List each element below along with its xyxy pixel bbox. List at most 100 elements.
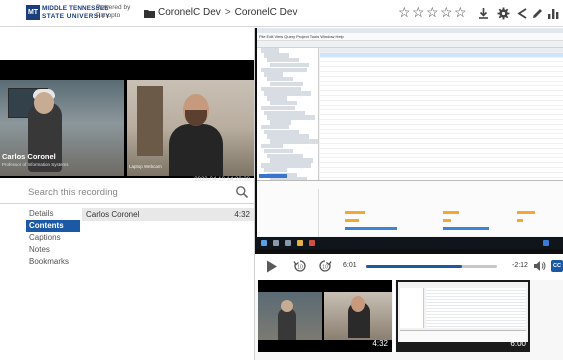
panopto-viewer: MT MIDDLE TENNESSEE STATE UNIVERSITY Pow…: [0, 0, 563, 360]
gear-icon[interactable]: [496, 6, 511, 21]
search-icon[interactable]: [235, 185, 249, 199]
tree-row: [261, 105, 295, 111]
breadcrumb-session: CoronelC Dev: [234, 7, 298, 18]
tree-row: [261, 144, 283, 149]
stats-icon[interactable]: [546, 6, 561, 21]
breadcrumb-separator: >: [224, 7, 231, 18]
progress-bar[interactable]: [366, 265, 497, 268]
tree-row: [267, 77, 293, 82]
tree-row: [267, 96, 287, 101]
presenter-subtitle: Professor of Information Systems: [2, 162, 69, 167]
header-bar: MT MIDDLE TENNESSEE STATE UNIVERSITY Pow…: [0, 0, 563, 27]
tree-row: [264, 53, 289, 58]
svg-text:10: 10: [297, 265, 303, 271]
tree-row: [267, 153, 303, 158]
tree-row: [264, 91, 311, 96]
kpi-bar: [345, 219, 359, 222]
volume-icon[interactable]: [533, 260, 546, 272]
thumbnail-divider: [393, 280, 395, 352]
results-grid: [320, 48, 563, 180]
tree-row: [261, 163, 311, 168]
kpi-bar: [443, 211, 459, 214]
tree-row: [261, 124, 289, 130]
logo-mark: MT: [26, 5, 40, 20]
taskbar-icon: [297, 240, 303, 246]
share-icon[interactable]: [515, 6, 530, 21]
thumbnail-camera-stream[interactable]: 4:32: [258, 280, 392, 352]
kpi-box-2: [409, 185, 487, 213]
breadcrumb: CoronelC Dev > CoronelC Dev: [158, 7, 297, 18]
forward-10-icon[interactable]: 10: [318, 259, 332, 273]
remaining-time: -2:12: [512, 262, 528, 269]
tab-notes[interactable]: Notes: [26, 244, 80, 256]
tree-row: [264, 110, 305, 115]
tray-icon: [543, 240, 549, 246]
tree-row: [270, 100, 297, 106]
download-icon[interactable]: [476, 6, 491, 21]
progress-fill: [366, 265, 462, 268]
rewind-10-icon[interactable]: 10: [293, 259, 307, 273]
tab-captions[interactable]: Captions: [26, 232, 80, 244]
thumbnail-screen-stream[interactable]: 6:00: [396, 280, 530, 352]
breadcrumb-folder[interactable]: CoronelC Dev: [158, 7, 221, 18]
kpi-box-3: [489, 185, 563, 213]
tree-row: [261, 48, 279, 53]
svg-text:10: 10: [322, 265, 328, 271]
presenter-video[interactable]: Carlos Coronel Professor of Information …: [0, 60, 254, 183]
sql-studio-window: File Edit View Query Project Tools Windo…: [257, 28, 563, 246]
right-panel: File Edit View Query Project Tools Windo…: [255, 28, 563, 360]
university-logo[interactable]: MT MIDDLE TENNESSEE STATE UNIVERSITY: [26, 4, 110, 22]
tab-details[interactable]: Details: [26, 208, 80, 220]
rating-star-2[interactable]: ☆: [412, 5, 425, 20]
tree-row: [264, 72, 283, 77]
dashboard-pane: [257, 180, 563, 237]
window-menu: File Edit View Query Project Tools Windo…: [257, 33, 563, 41]
tree-row: [270, 62, 309, 68]
tree-row: [264, 167, 287, 173]
kpi-bar: [345, 227, 397, 230]
kpi-bar: [345, 211, 365, 214]
start-icon: [261, 240, 267, 246]
left-panel: Carlos Coronel Professor of Information …: [0, 28, 254, 360]
taskbar-icon: [285, 240, 291, 246]
captions-button[interactable]: CC: [551, 260, 563, 272]
side-tabs: Details Contents Captions Notes Bookmark…: [26, 208, 80, 268]
tab-bookmarks[interactable]: Bookmarks: [26, 256, 80, 268]
screen-capture-video[interactable]: File Edit View Query Project Tools Windo…: [255, 28, 563, 254]
thumbnail-time: 4:32: [372, 339, 388, 348]
contents-item-time: 4:32: [234, 210, 250, 219]
kpi-box-1: [327, 185, 405, 213]
kpi-bar: [517, 211, 535, 214]
powered-by-panopto[interactable]: Powered by Panopto: [96, 4, 136, 20]
guest-camera-feed: Laptop Webcam: [127, 80, 254, 176]
rating-star-4[interactable]: ☆: [440, 5, 453, 20]
edit-icon[interactable]: [530, 6, 545, 21]
grid-row: [320, 173, 563, 178]
tree-selection: [259, 174, 287, 178]
tree-row: [261, 86, 301, 92]
stream-thumbnails: 4:32 6:00: [255, 280, 563, 360]
current-time: 6:01: [343, 262, 357, 269]
play-icon[interactable]: [266, 260, 278, 273]
kpi-bar: [517, 219, 523, 222]
list-item[interactable]: Carlos Coronel 4:32: [82, 208, 254, 221]
kpi-bar: [443, 227, 489, 230]
presenter-name: Carlos Coronel: [2, 152, 56, 161]
tab-contents[interactable]: Contents: [26, 220, 80, 232]
window-toolbar: [257, 41, 563, 48]
tree-row: [264, 129, 299, 135]
thumbnail-time: 6:00: [510, 339, 526, 348]
tree-row: [270, 139, 318, 144]
rating-star-5[interactable]: ☆: [454, 5, 467, 20]
rating-star-1[interactable]: ☆: [398, 5, 411, 20]
taskbar-icon: [309, 240, 315, 246]
presenter-camera-feed: Carlos Coronel Professor of Information …: [0, 80, 124, 176]
tree-row: [267, 115, 315, 120]
contents-item-title: Carlos Coronel: [86, 210, 140, 219]
dashboard-tree: [257, 189, 319, 237]
windows-taskbar: [255, 237, 563, 249]
tree-row: [270, 120, 291, 125]
rating-star-3[interactable]: ☆: [426, 5, 439, 20]
tree-row: [267, 134, 309, 139]
search-input[interactable]: [28, 184, 228, 200]
